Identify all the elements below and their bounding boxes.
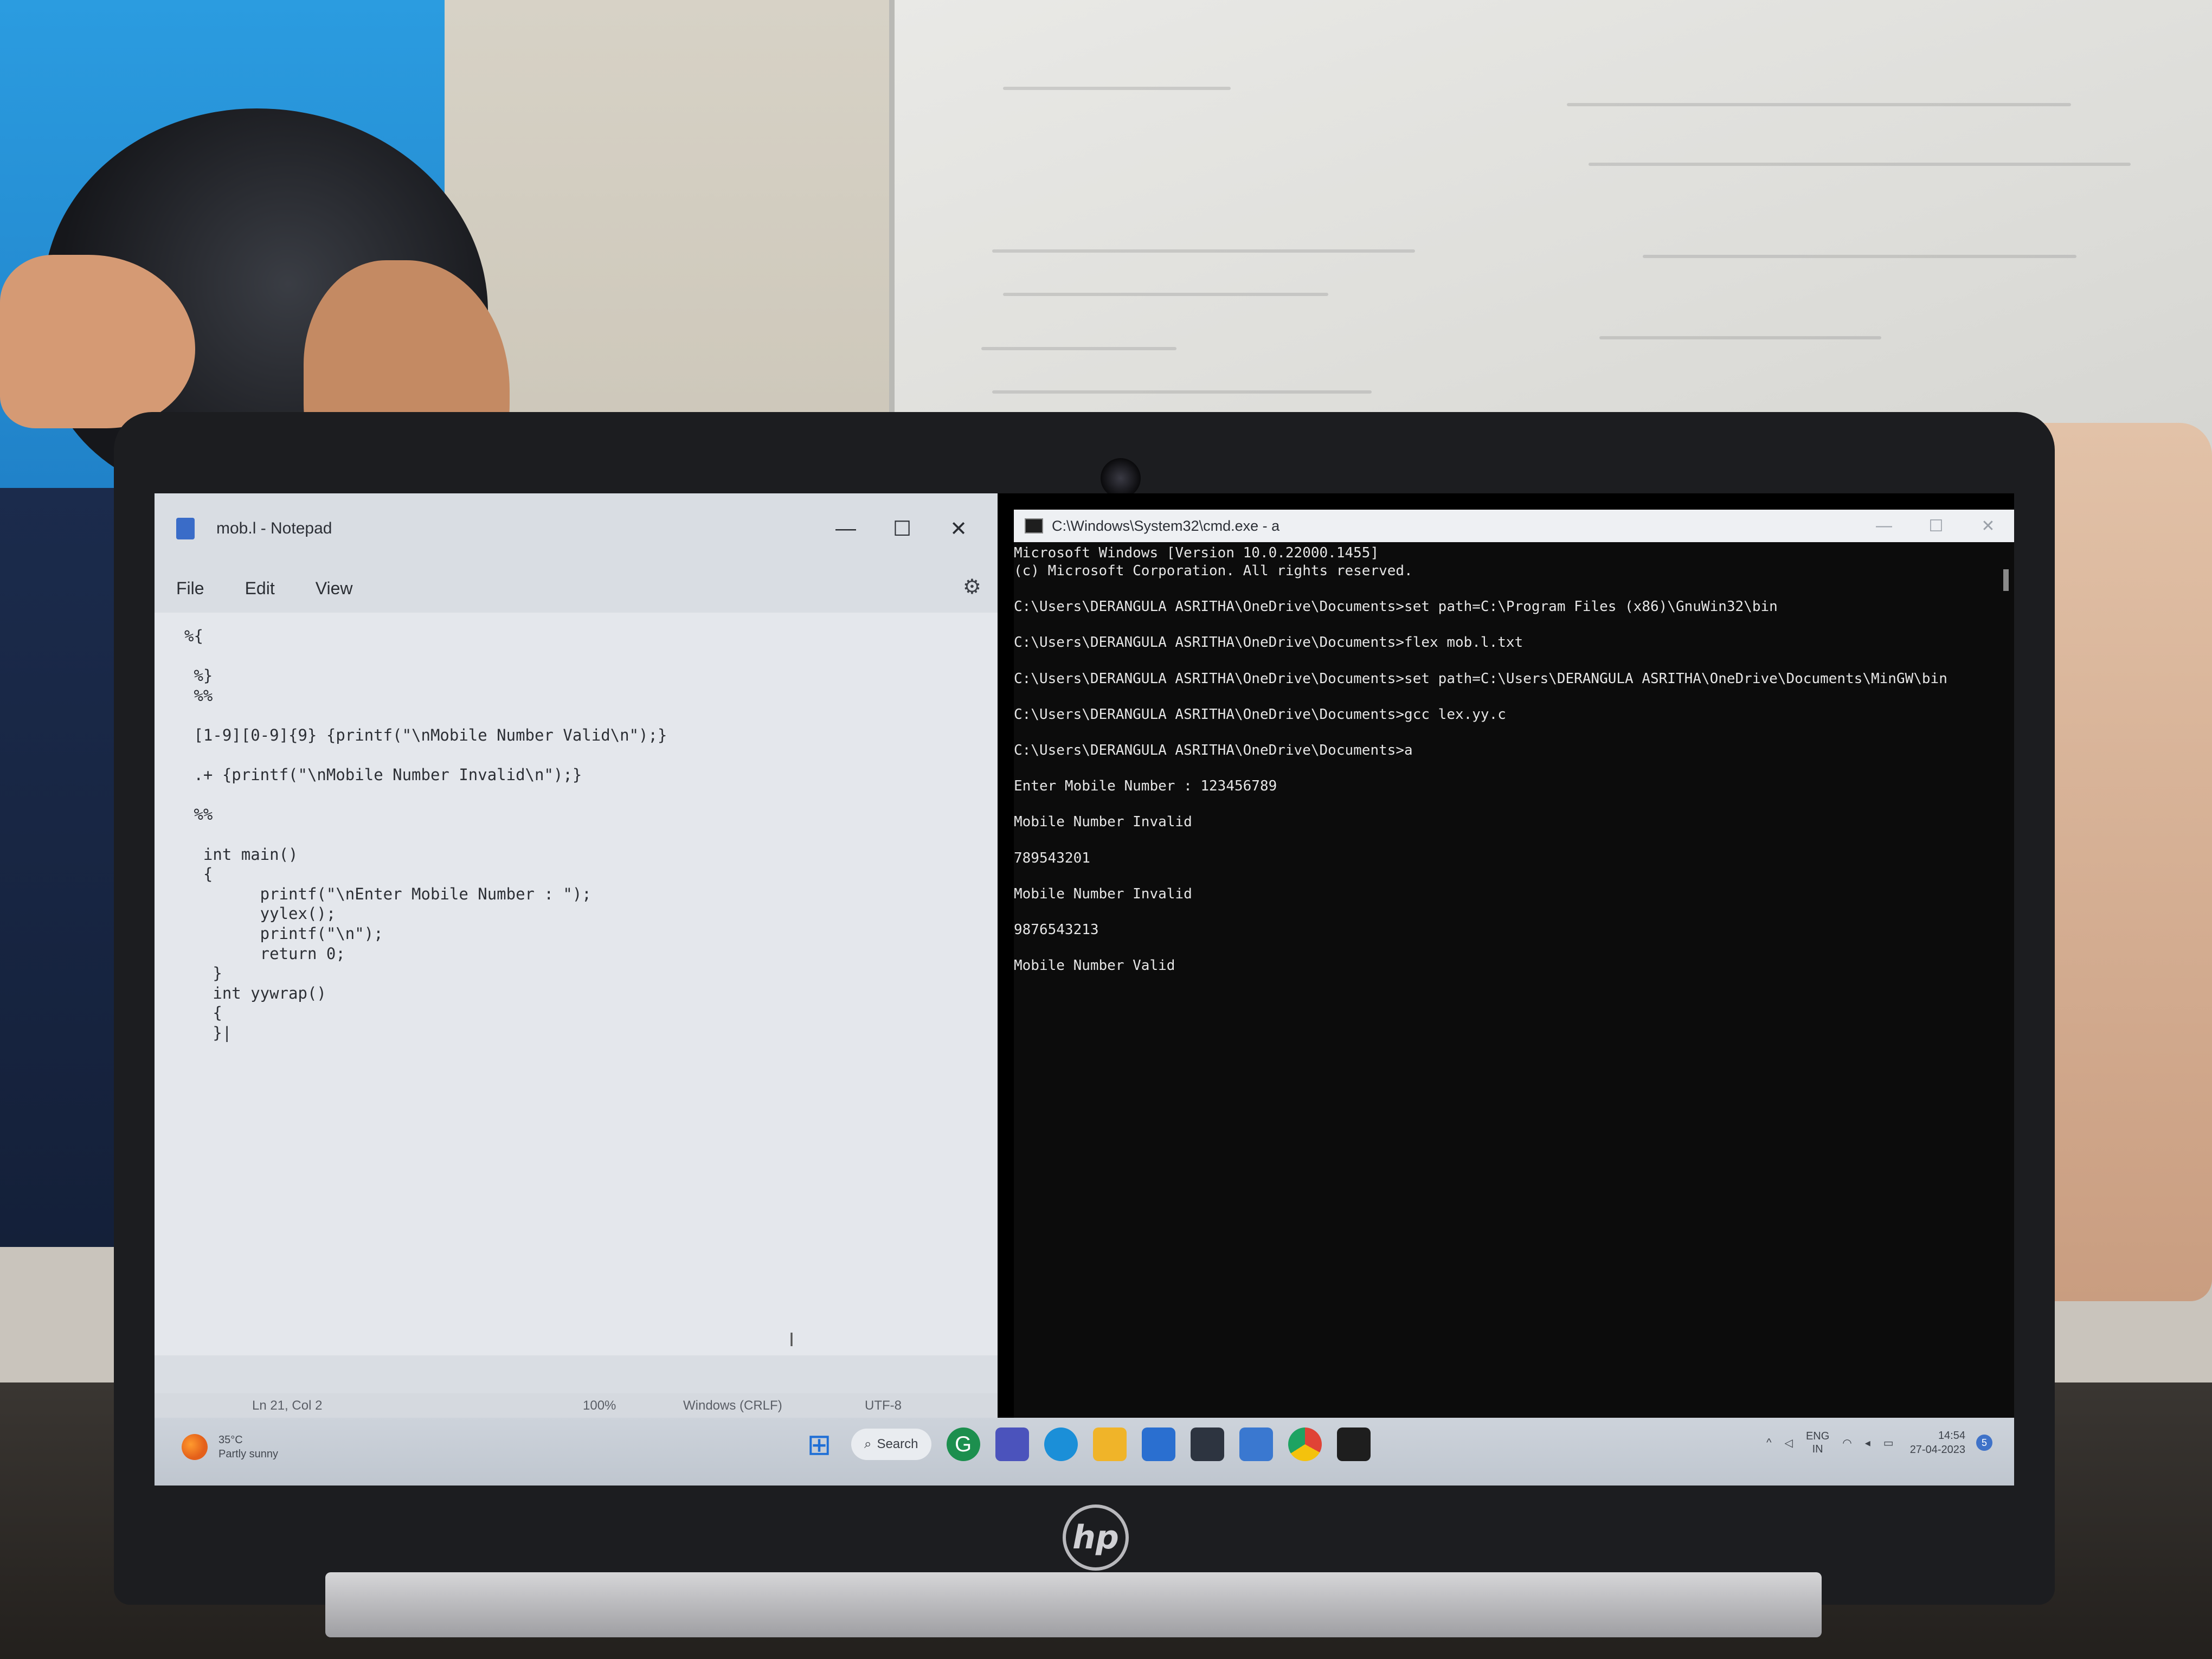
notepad-icon: [176, 518, 195, 539]
menu-view[interactable]: View: [316, 578, 353, 599]
file-explorer-icon[interactable]: [1092, 1427, 1127, 1461]
notepad-minimize-button[interactable]: —: [818, 504, 874, 553]
weather-sun-icon: [182, 1434, 208, 1460]
edge-browser-icon[interactable]: [1044, 1427, 1078, 1461]
notepad-code[interactable]: %{ %} %% [1-9][0-9]{9} {printf("\nMobile…: [155, 613, 998, 1043]
clock-time: 14:54: [1938, 1430, 1965, 1442]
region-code: IN: [1812, 1443, 1823, 1455]
cmd-maximize-button[interactable]: ☐: [1910, 510, 1962, 542]
cmd-output[interactable]: Microsoft Windows [Version 10.0.22000.14…: [1014, 542, 2014, 975]
wifi-icon[interactable]: ◠: [1842, 1436, 1851, 1450]
cmd-title: C:\Windows\System32\cmd.exe - a: [1052, 517, 1280, 534]
cmd-window: C:\Windows\System32\cmd.exe - a — ☐ ✕ Mi…: [1014, 510, 2014, 1418]
weather-widget[interactable]: 35°C Partly sunny: [182, 1433, 278, 1461]
cmd-titlebar[interactable]: C:\Windows\System32\cmd.exe - a — ☐ ✕: [1014, 510, 2014, 542]
cmd-scrollbar[interactable]: [2003, 569, 2009, 591]
mail-icon[interactable]: [1141, 1427, 1175, 1461]
weather-temperature: 35°C: [218, 1434, 243, 1446]
battery-icon[interactable]: ▭: [1883, 1436, 1894, 1450]
text-cursor-icon: I: [789, 1328, 795, 1351]
cmd-icon: [1025, 518, 1043, 533]
cmd-minimize-button[interactable]: —: [1858, 510, 1910, 542]
cmd-close-button[interactable]: ✕: [1962, 510, 2014, 542]
menu-edit[interactable]: Edit: [245, 578, 275, 599]
notepad-taskbar-icon[interactable]: [1239, 1427, 1273, 1461]
taskbar-apps: ⊞ ⌕ Search G: [802, 1427, 1386, 1461]
webcam: [1101, 458, 1141, 498]
notepad-menubar: File Edit View ⚙: [155, 564, 998, 613]
location-icon[interactable]: ◁: [1785, 1436, 1793, 1450]
language-code: ENG: [1805, 1430, 1830, 1442]
settings-gear-icon[interactable]: ⚙: [963, 575, 981, 599]
volume-icon[interactable]: ◂: [1865, 1436, 1870, 1450]
laptop-screen: mob.l - Notepad — ☐ ✕ File Edit View ⚙ %…: [155, 493, 2014, 1486]
clock-date: 27-04-2023: [1909, 1444, 1965, 1456]
chevron-up-icon[interactable]: ^: [1766, 1437, 1771, 1449]
notepad-window: mob.l - Notepad — ☐ ✕ File Edit View ⚙ %…: [155, 493, 998, 1418]
grammarly-icon[interactable]: G: [946, 1427, 980, 1461]
notification-badge[interactable]: 5: [1976, 1435, 1992, 1451]
notepad-maximize-button[interactable]: ☐: [874, 504, 930, 553]
status-line-ending: Windows (CRLF): [683, 1398, 782, 1413]
clock[interactable]: 14:54 27-04-2023: [1910, 1429, 1965, 1457]
notepad-title: mob.l - Notepad: [216, 519, 332, 537]
search-icon: ⌕: [864, 1437, 872, 1451]
laptop-hinge: [325, 1572, 1822, 1637]
status-position: Ln 21, Col 2: [252, 1398, 323, 1413]
taskbar: 35°C Partly sunny ⊞ ⌕ Search G ^ ◁ ENG I…: [155, 1418, 2014, 1486]
system-tray: ^ ◁ ENG IN ◠ ◂ ▭ 14:54 27-04-2023 5: [1753, 1429, 1992, 1457]
chrome-icon[interactable]: [1288, 1427, 1322, 1461]
dropbox-icon[interactable]: [1190, 1427, 1224, 1461]
windows-start-icon[interactable]: ⊞: [802, 1427, 836, 1461]
hp-logo: hp: [1063, 1504, 1129, 1571]
terminal-icon[interactable]: [1336, 1427, 1371, 1461]
notepad-titlebar[interactable]: mob.l - Notepad — ☐ ✕: [155, 493, 998, 564]
menu-file[interactable]: File: [176, 578, 204, 599]
notepad-text-area[interactable]: %{ %} %% [1-9][0-9]{9} {printf("\nMobile…: [155, 613, 998, 1355]
notepad-close-button[interactable]: ✕: [930, 504, 987, 553]
notepad-statusbar: Ln 21, Col 2 100% Windows (CRLF) UTF-8: [155, 1393, 998, 1418]
weather-description: Partly sunny: [218, 1448, 279, 1460]
status-zoom: 100%: [583, 1398, 616, 1413]
status-encoding: UTF-8: [865, 1398, 902, 1413]
taskbar-search[interactable]: ⌕ Search: [851, 1429, 931, 1460]
language-indicator[interactable]: ENG IN: [1806, 1430, 1829, 1456]
search-label: Search: [877, 1437, 918, 1451]
teams-chat-icon[interactable]: [995, 1427, 1029, 1461]
